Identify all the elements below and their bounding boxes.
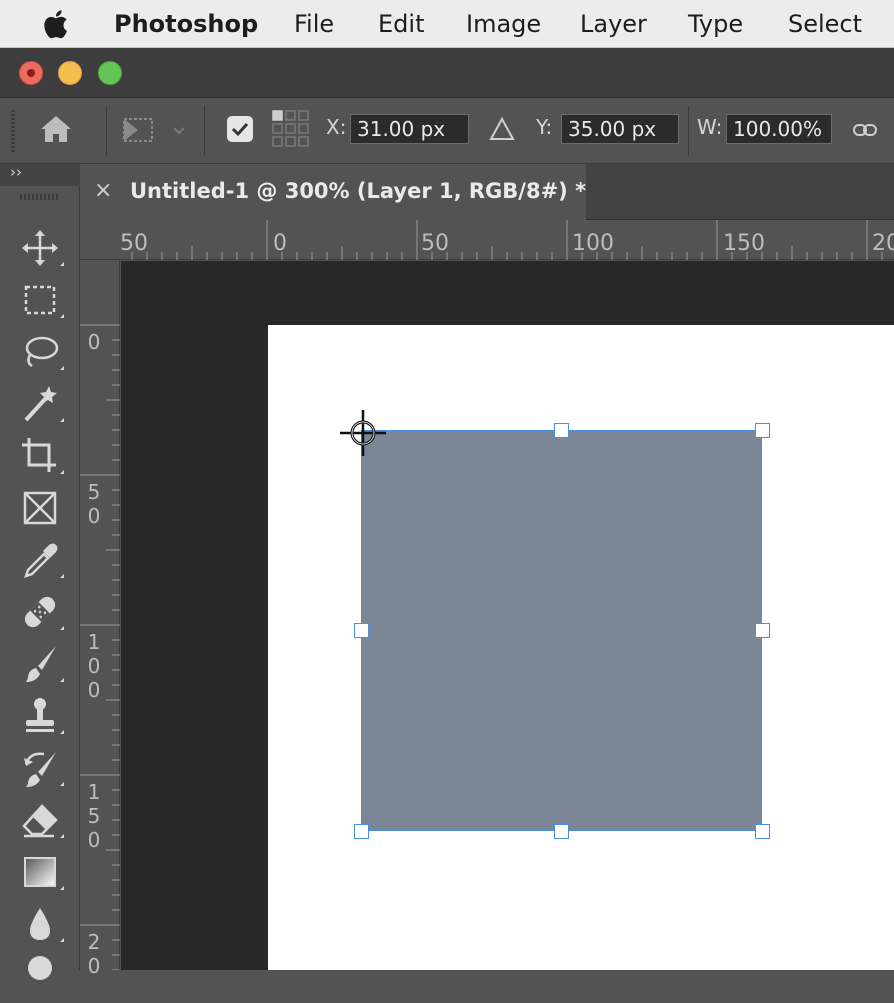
- history-brush-tool[interactable]: [16, 746, 64, 790]
- horizontal-ruler-ticks: [131, 220, 883, 260]
- window-title-bar: [0, 48, 894, 98]
- move-icon: [22, 230, 64, 266]
- horizontal-ruler[interactable]: 50 0 50 100 150 20: [80, 220, 894, 260]
- document-tab[interactable]: × Untitled-1 @ 300% (Layer 1, RGB/8#) *: [80, 164, 586, 220]
- menu-layer[interactable]: Layer: [580, 9, 647, 39]
- lasso-tool[interactable]: [16, 330, 64, 374]
- close-window-button[interactable]: [19, 61, 43, 85]
- h-ruler-label: 100: [572, 231, 614, 256]
- reference-point-grid-icon[interactable]: [270, 108, 312, 150]
- options-bar-grip[interactable]: [11, 110, 15, 152]
- v-ruler-label: 100: [87, 630, 101, 702]
- tools-panel-header[interactable]: ››: [0, 163, 80, 186]
- h-ruler-label: 50: [120, 231, 148, 256]
- document-tab-title[interactable]: Untitled-1 @ 300% (Layer 1, RGB/8#) *: [130, 179, 586, 203]
- transform-preset-icon[interactable]: [118, 112, 188, 148]
- menu-type[interactable]: Type: [688, 9, 743, 39]
- menu-edit[interactable]: Edit: [378, 9, 424, 39]
- transform-handle-middle-left[interactable]: [354, 623, 369, 638]
- home-icon[interactable]: [38, 112, 74, 146]
- menu-file[interactable]: File: [294, 9, 334, 39]
- clone-stamp-tool[interactable]: [16, 694, 64, 738]
- transform-handle-bottom-center[interactable]: [554, 824, 569, 839]
- selected-rectangle-shape[interactable]: [361, 430, 762, 831]
- vertical-ruler[interactable]: 0 50 100 150 20: [80, 260, 120, 978]
- blur-tool[interactable]: [16, 902, 64, 946]
- transform-handle-middle-right[interactable]: [755, 623, 770, 638]
- eraser-icon: [22, 804, 64, 838]
- magic-wand-tool[interactable]: [16, 382, 64, 426]
- v-ruler-label: 150: [87, 780, 101, 852]
- width-input[interactable]: 100.00%: [726, 114, 832, 144]
- rectangle-marquee-icon: [24, 285, 64, 318]
- eraser-tool[interactable]: [16, 798, 64, 842]
- crop-icon: [22, 438, 64, 474]
- transform-handle-top-center[interactable]: [554, 423, 569, 438]
- x-position-input[interactable]: 31.00 px: [350, 114, 469, 144]
- options-separator: [688, 106, 689, 156]
- eyedropper-tool[interactable]: [16, 538, 64, 582]
- healing-brush-tool[interactable]: [16, 590, 64, 634]
- gradient-tool[interactable]: [16, 850, 64, 894]
- vertical-ruler-ticks: [80, 324, 120, 970]
- y-position-input[interactable]: 35.00 px: [561, 114, 679, 144]
- zoom-window-button[interactable]: [98, 61, 122, 85]
- transform-handle-bottom-right[interactable]: [755, 824, 770, 839]
- lasso-icon: [25, 336, 64, 370]
- transform-handle-top-right[interactable]: [755, 423, 770, 438]
- magic-wand-icon: [24, 386, 64, 422]
- dodge-icon: [28, 956, 52, 980]
- brush-icon: [26, 646, 64, 682]
- y-label: Y:: [536, 115, 553, 139]
- w-label: W:: [697, 115, 723, 139]
- tools-panel: ››: [0, 163, 80, 980]
- h-ruler-label: 0: [273, 231, 287, 256]
- v-ruler-label: 0: [87, 330, 101, 354]
- frame-icon: [23, 491, 57, 525]
- menu-app-name[interactable]: Photoshop: [114, 9, 258, 39]
- bandage-icon: [24, 596, 64, 630]
- gradient-icon: [24, 857, 64, 890]
- x-label: X:: [326, 115, 347, 139]
- move-tool[interactable]: [16, 226, 64, 270]
- dodge-tool[interactable]: [16, 954, 64, 998]
- transform-handle-bottom-left[interactable]: [354, 824, 369, 839]
- triangle-icon[interactable]: [489, 116, 515, 142]
- eyedropper-icon: [24, 543, 64, 578]
- chain-link-icon[interactable]: [852, 118, 878, 142]
- h-ruler-label: 50: [421, 231, 449, 256]
- menu-select[interactable]: Select: [788, 9, 862, 39]
- h-ruler-label: 150: [723, 231, 765, 256]
- history-brush-icon: [24, 752, 64, 787]
- h-ruler-label: 20: [872, 233, 894, 255]
- crop-tool[interactable]: [16, 434, 64, 478]
- options-bar: X: 31.00 px Y: 35.00 px W: 100.00%: [0, 98, 894, 164]
- water-drop-icon: [30, 908, 64, 942]
- stamp-icon: [26, 698, 64, 734]
- v-ruler-label: 20: [87, 930, 101, 978]
- tools-panel-grip[interactable]: [20, 194, 60, 200]
- brush-tool[interactable]: [16, 642, 64, 686]
- reference-point-crosshair-icon[interactable]: [338, 408, 388, 458]
- document-tab-bar: × Untitled-1 @ 300% (Layer 1, RGB/8#) *: [80, 164, 894, 220]
- collapse-panel-icon[interactable]: ››: [10, 163, 22, 181]
- options-separator: [204, 106, 205, 156]
- marquee-tool[interactable]: [16, 278, 64, 322]
- options-separator: [106, 106, 107, 156]
- frame-tool[interactable]: [16, 486, 64, 530]
- menu-image[interactable]: Image: [466, 9, 541, 39]
- v-ruler-label: 50: [87, 480, 101, 528]
- close-tab-icon[interactable]: ×: [94, 178, 112, 203]
- minimize-window-button[interactable]: [58, 61, 82, 85]
- menu-bar: Photoshop File Edit Image Layer Type Sel…: [0, 0, 894, 48]
- reference-point-checkbox[interactable]: [227, 116, 253, 142]
- apple-icon[interactable]: [41, 7, 73, 41]
